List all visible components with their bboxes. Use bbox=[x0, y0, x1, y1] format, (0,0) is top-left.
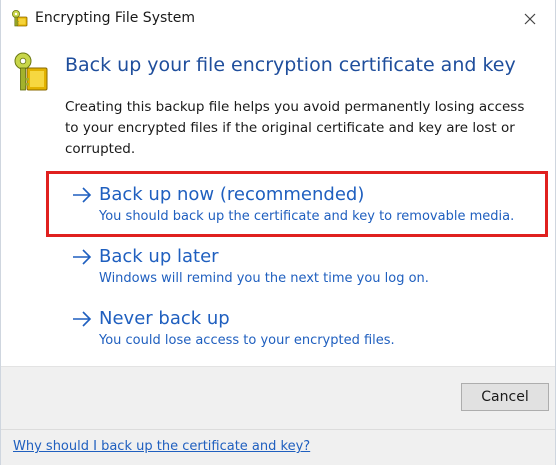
page-title: Back up your file encryption certificate… bbox=[65, 54, 516, 76]
dialog-footer: Cancel Why should I back up the certific… bbox=[1, 366, 555, 465]
option-back-up-later[interactable]: Back up later Windows will remind you th… bbox=[71, 246, 541, 286]
option-title: Never back up bbox=[99, 308, 230, 329]
help-link[interactable]: Why should I back up the certificate and… bbox=[13, 439, 310, 454]
option-title: Back up later bbox=[99, 246, 219, 267]
description-text: Creating this backup file helps you avoi… bbox=[65, 99, 525, 157]
option-never-back-up[interactable]: Never back up You could lose access to y… bbox=[71, 308, 541, 348]
highlight-annotation-box bbox=[46, 171, 548, 237]
arrow-right-icon bbox=[71, 247, 93, 267]
window-title: Encrypting File System bbox=[35, 10, 196, 26]
option-description: Windows will remind you the next time yo… bbox=[99, 271, 429, 286]
close-icon bbox=[524, 10, 536, 29]
footer-divider bbox=[1, 429, 555, 430]
close-button[interactable] bbox=[517, 6, 543, 32]
certificate-key-icon bbox=[13, 50, 49, 94]
cancel-button[interactable]: Cancel bbox=[461, 383, 549, 411]
option-description: You could lose access to your encrypted … bbox=[99, 333, 395, 348]
arrow-right-icon bbox=[71, 309, 93, 329]
efs-dialog-window: Encrypting File System Back up your file… bbox=[0, 0, 556, 465]
key-lock-icon bbox=[11, 9, 29, 27]
title-bar: Encrypting File System bbox=[1, 0, 555, 38]
